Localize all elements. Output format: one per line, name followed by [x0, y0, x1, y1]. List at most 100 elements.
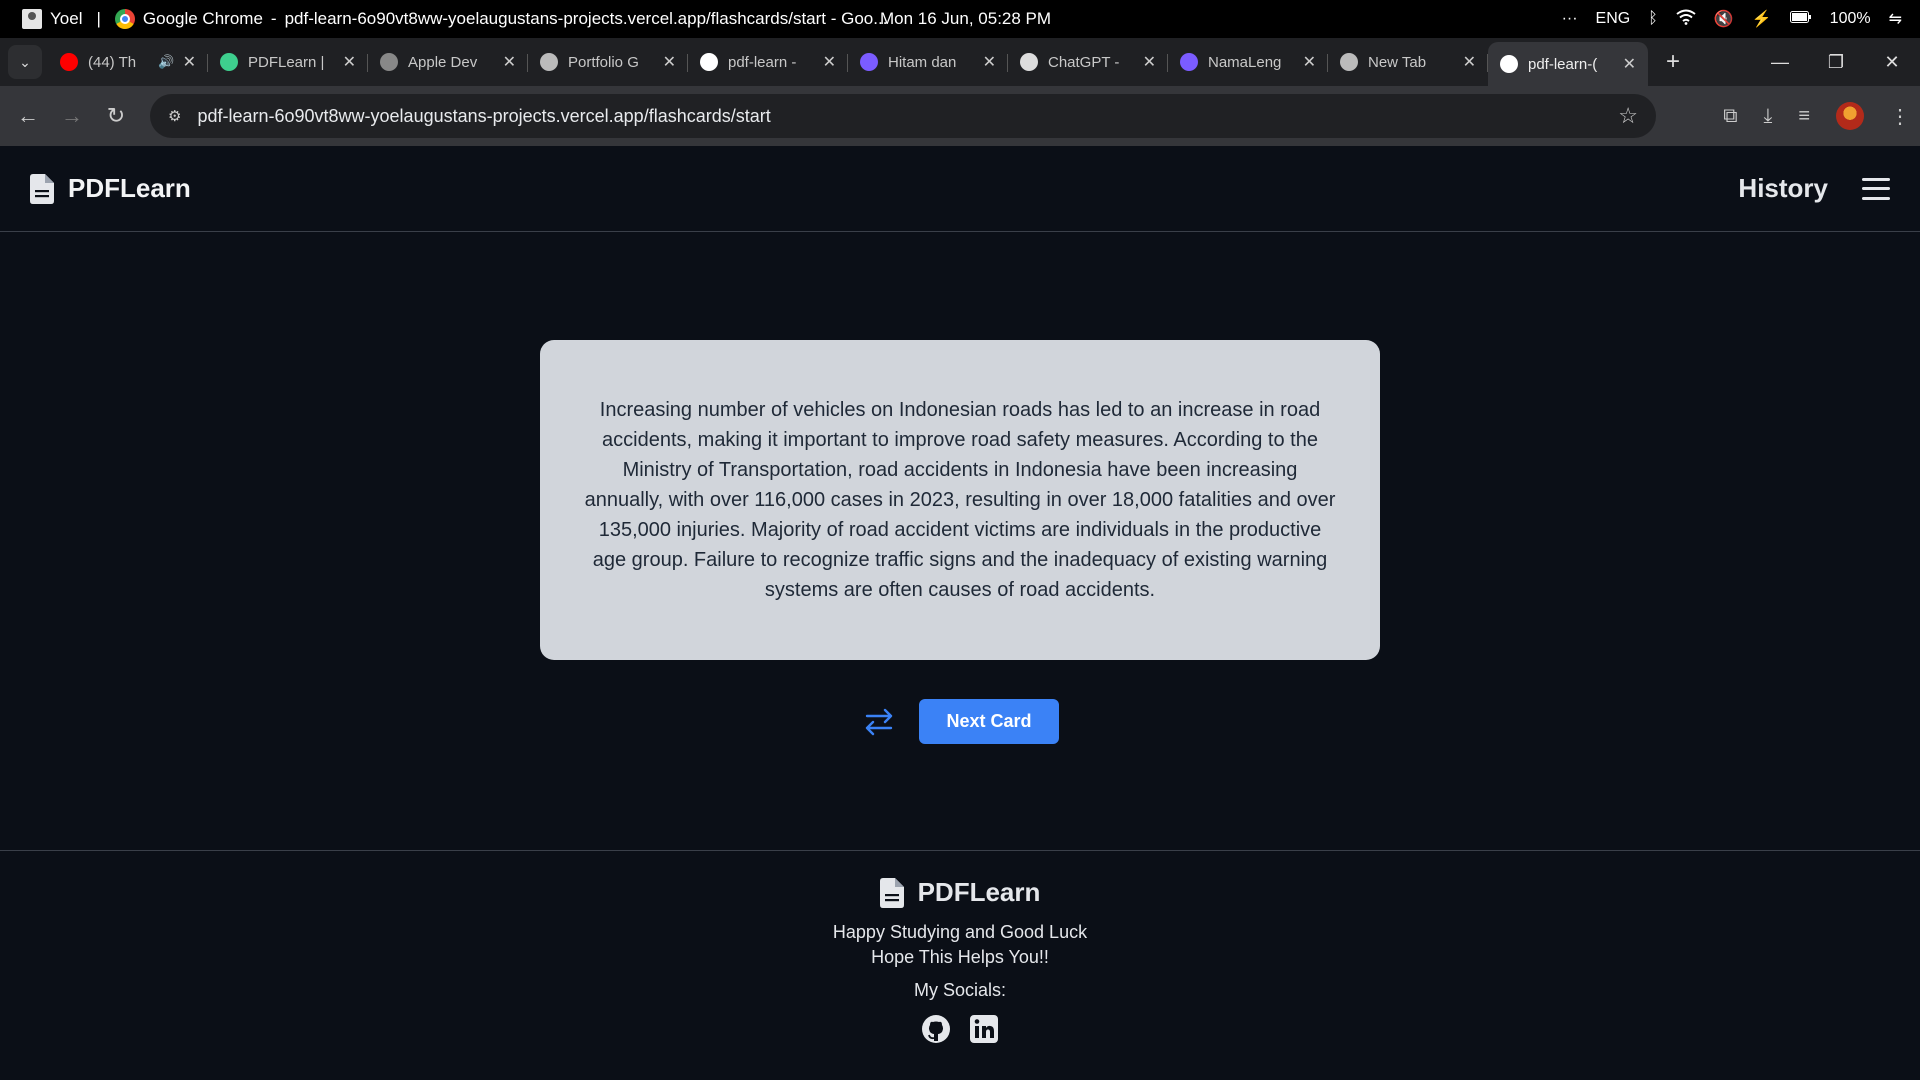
flashcard[interactable]: Increasing number of vehicles on Indones…: [540, 340, 1380, 660]
os-user-name: Yoel: [50, 9, 83, 28]
os-separator: |: [96, 9, 101, 28]
tab-list: (44) Th 🔊 ✕ PDFLearn | ✕ Apple Dev ✕ Portfolio …: [48, 38, 1648, 86]
bluetooth-icon[interactable]: ᛒ: [1648, 10, 1658, 28]
tab-strip: ⌄ (44) Th 🔊 ✕ PDFLearn | ✕ Apple Dev ✕ Portfoli…: [0, 38, 1920, 86]
reload-icon[interactable]: ↻: [94, 103, 138, 129]
tab-close-icon[interactable]: ✕: [183, 52, 196, 72]
os-app-name: Google Chrome: [142, 9, 263, 28]
tab-1[interactable]: PDFLearn | ✕: [208, 42, 368, 82]
chatgpt-icon: [1020, 53, 1038, 71]
tab-9[interactable]: pdf-learn-( ✕: [1488, 42, 1648, 86]
control-center-icon[interactable]: ⇋: [1889, 9, 1902, 29]
tab-title: PDFLearn |: [248, 53, 325, 71]
vercel-icon: [1500, 55, 1518, 73]
tab-close-icon[interactable]: ✕: [1463, 52, 1476, 72]
tab-title: pdf-learn-(: [1528, 55, 1598, 73]
next-card-button[interactable]: Next Card: [919, 699, 1059, 744]
bolt-icon: [220, 53, 238, 71]
tab-close-icon[interactable]: ✕: [823, 52, 836, 72]
tab-close-icon[interactable]: ✕: [663, 52, 676, 72]
forward-icon[interactable]: →: [50, 103, 94, 129]
canva-icon: [1180, 53, 1198, 71]
tab-2[interactable]: Apple Dev ✕: [368, 42, 528, 82]
address-bar[interactable]: ⚙ pdf-learn-6o90vt8ww-yoelaugustans-proj…: [150, 94, 1656, 138]
os-clock[interactable]: Mon 16 Jun, 05:28 PM: [880, 9, 1051, 29]
youtube-icon: [60, 53, 78, 71]
tab-close-icon[interactable]: ✕: [1623, 54, 1636, 74]
battery-percent: 100%: [1829, 10, 1871, 27]
globe-icon: [540, 53, 558, 71]
linkedin-icon[interactable]: [968, 1013, 1000, 1045]
browser-menu-icon[interactable]: ⋮: [1890, 104, 1910, 129]
tab-5[interactable]: Hitam dan ✕: [848, 42, 1008, 82]
more-icon[interactable]: ···: [1562, 10, 1578, 28]
tab-title: (44) Th: [88, 53, 137, 71]
charging-icon: ⚡: [1751, 11, 1772, 28]
github-icon[interactable]: [920, 1013, 952, 1045]
tab-close-icon[interactable]: ✕: [1303, 52, 1316, 72]
footer-brand-name: PDFLearn: [917, 877, 1041, 907]
flashcard-text: Increasing number of vehicles on Indones…: [584, 399, 1336, 601]
tab-title: Hitam dan: [888, 53, 957, 71]
extensions-icon[interactable]: ⧉: [1723, 105, 1737, 128]
close-window-icon[interactable]: ✕: [1864, 52, 1920, 73]
os-window-title: pdf-learn-6o90vt8ww-yoelaugustans-projec…: [284, 9, 888, 28]
os-window-separator: -: [270, 9, 277, 28]
social-links: [920, 1013, 1000, 1045]
download-icon[interactable]: ⤓: [1763, 105, 1772, 128]
flip-card-icon[interactable]: [861, 704, 897, 740]
flashcard-controls: Next Card: [0, 699, 1920, 744]
footer-message-1: Happy Studying and Good Luck: [832, 922, 1088, 942]
chrome-icon: [114, 9, 135, 29]
tab-title: New Tab: [1368, 53, 1427, 71]
footer-message-2: Hope This Helps You!!: [871, 947, 1049, 967]
brand-name: PDFLearn: [68, 173, 191, 203]
tab-6[interactable]: ChatGPT - ✕: [1008, 42, 1168, 82]
tab-close-icon[interactable]: ✕: [343, 52, 356, 72]
app-header: PDFLearn History: [0, 146, 1920, 232]
tab-close-icon[interactable]: ✕: [983, 52, 996, 72]
vercel-icon: [700, 53, 718, 71]
footer: PDFLearn Happy Studying and Good Luck Ho…: [0, 850, 1920, 1080]
url-text[interactable]: pdf-learn-6o90vt8ww-yoelaugustans-projec…: [197, 106, 770, 127]
user-icon: [22, 9, 42, 29]
tab-title: Portfolio G: [568, 53, 639, 71]
speaker-muted-icon[interactable]: 🔇: [1714, 9, 1734, 29]
battery-icon[interactable]: [1789, 10, 1812, 28]
tab-title: ChatGPT -: [1048, 53, 1120, 71]
tab-title: NamaLeng: [1208, 53, 1282, 71]
chrome-icon: [1340, 53, 1358, 71]
tab-close-icon[interactable]: ✕: [1143, 52, 1156, 72]
browser-toolbar: ← → ↻ ⚙ pdf-learn-6o90vt8ww-yoelaugustan…: [0, 86, 1920, 146]
apple-dev-icon: [380, 53, 398, 71]
os-top-bar: Yoel | Google Chrome - pdf-learn-6o90vt8…: [0, 0, 1920, 38]
restore-icon[interactable]: ❐: [1808, 52, 1864, 73]
site-settings-icon[interactable]: ⚙: [168, 107, 181, 125]
tab-search-chevron-icon[interactable]: ⌄: [8, 45, 42, 79]
new-tab-icon[interactable]: +: [1666, 48, 1680, 76]
back-icon[interactable]: ←: [6, 103, 50, 129]
tab-7[interactable]: NamaLeng ✕: [1168, 42, 1328, 82]
tab-3[interactable]: Portfolio G ✕: [528, 42, 688, 82]
tab-title: pdf-learn -: [728, 53, 797, 71]
tab-close-icon[interactable]: ✕: [503, 52, 516, 72]
brand-logo-link[interactable]: PDFLearn: [30, 173, 191, 204]
language-indicator[interactable]: ENG: [1596, 10, 1631, 28]
history-link[interactable]: History: [1738, 173, 1828, 204]
window-controls: — ❐ ✕: [1752, 38, 1920, 86]
hamburger-menu-icon[interactable]: [1862, 177, 1890, 200]
tab-title: Apple Dev: [408, 53, 478, 71]
page: PDFLearn History Increasing number of ve…: [0, 146, 1920, 1080]
tab-0[interactable]: (44) Th 🔊 ✕: [48, 42, 208, 82]
socials-label: My Socials:: [913, 980, 1007, 1000]
minimize-icon[interactable]: —: [1752, 52, 1808, 73]
tab-4[interactable]: pdf-learn - ✕: [688, 42, 848, 82]
bookmark-star-icon[interactable]: ☆: [1618, 103, 1638, 129]
tab-audio-icon[interactable]: 🔊: [158, 54, 174, 70]
profile-avatar[interactable]: [1836, 102, 1864, 130]
wifi-icon[interactable]: [1676, 9, 1696, 30]
tab-8[interactable]: New Tab ✕: [1328, 42, 1488, 82]
media-controls-icon[interactable]: ≡: [1798, 105, 1810, 128]
document-icon: [879, 877, 904, 908]
canva-icon: [860, 53, 878, 71]
